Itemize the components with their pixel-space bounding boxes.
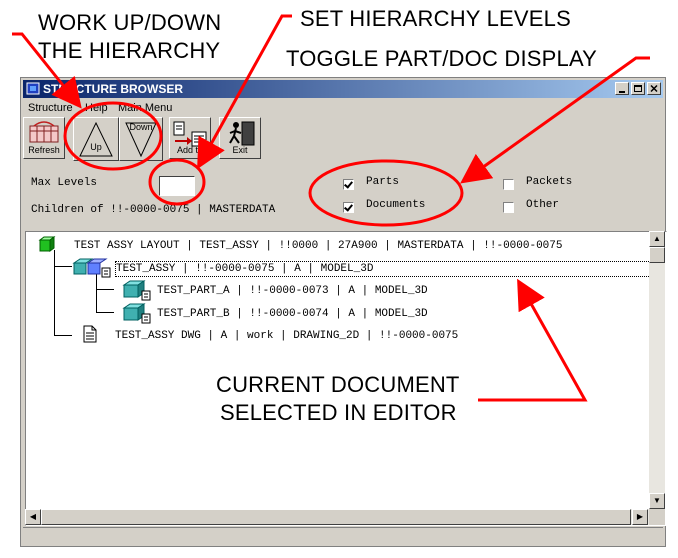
annotation-set-levels: SET HIERARCHY LEVELS: [300, 6, 571, 31]
scroll-down-button[interactable]: ▼: [649, 493, 665, 509]
other-checkbox[interactable]: [503, 202, 514, 213]
refresh-icon: [29, 121, 59, 143]
add-to-icon: [173, 121, 207, 147]
menu-structure[interactable]: Structure: [28, 100, 73, 116]
tree-row-3[interactable]: TEST_PART_B | !!-0000-0074 | A | MODEL_3…: [157, 307, 428, 321]
scroll-right-button[interactable]: ▶: [632, 509, 648, 525]
scroll-up-button[interactable]: ▲: [649, 231, 665, 247]
close-button[interactable]: [647, 82, 661, 95]
part-model-icon: [122, 303, 151, 324]
annotation-toggle-display: TOGGLE PART/DOC DISPLAY: [286, 46, 598, 71]
packets-checkbox[interactable]: [503, 179, 514, 190]
assembly-model-icon: [72, 258, 111, 278]
documents-label: Documents: [366, 199, 426, 211]
parts-label: Parts: [366, 176, 400, 188]
up-arrow-icon: [79, 121, 113, 157]
vertical-scrollbar[interactable]: ▲ ▼: [649, 231, 665, 511]
window-title: STRUCTURE BROWSER: [43, 82, 183, 96]
max-levels-label: Max Levels: [31, 177, 98, 189]
tree-row-4[interactable]: TEST_ASSY DWG | A | work | DRAWING_2D | …: [115, 329, 458, 343]
down-label: Down: [129, 122, 153, 132]
menu-bar: Structure Help Main Menu: [23, 99, 663, 117]
add-to-label: Add to: [176, 145, 204, 155]
scrollbar-corner: [649, 509, 665, 525]
minimize-button[interactable]: [615, 82, 629, 95]
scroll-right-icon: ▶: [636, 512, 644, 521]
status-bar: [23, 527, 663, 546]
tree-connector: [96, 289, 114, 290]
scroll-down-icon: ▼: [653, 496, 661, 505]
tree-connector: [54, 250, 55, 336]
tree-connector: [54, 335, 72, 336]
parts-checkbox[interactable]: [343, 179, 354, 190]
other-label: Other: [526, 199, 560, 211]
maximize-icon: [634, 85, 642, 92]
minimize-icon: [619, 91, 625, 93]
tree-row-2[interactable]: TEST_PART_A | !!-0000-0073 | A | MODEL_3…: [157, 284, 428, 298]
scroll-left-button[interactable]: ◀: [25, 509, 41, 525]
up-button[interactable]: Up: [73, 117, 119, 161]
annotation-current-document: CURRENT DOCUMENT: [216, 372, 460, 397]
app-icon: [26, 82, 40, 95]
horizontal-scroll-thumb[interactable]: [41, 509, 631, 525]
tree-connector: [96, 274, 97, 312]
part-model-icon: [122, 280, 151, 301]
maximize-button[interactable]: [631, 82, 645, 95]
refresh-label: Refresh: [28, 145, 60, 155]
assembly-layout-icon: [38, 236, 56, 252]
horizontal-scrollbar[interactable]: ◀ ▶: [25, 509, 649, 525]
vertical-scroll-thumb[interactable]: [649, 247, 665, 263]
annotation-work-up-down-2: THE HIERARCHY: [38, 38, 221, 63]
title-bar[interactable]: STRUCTURE BROWSER: [23, 80, 663, 98]
packets-label: Packets: [526, 176, 573, 188]
tree-connector: [54, 266, 72, 267]
menu-main-menu[interactable]: Main Menu: [118, 100, 172, 116]
add-to-button[interactable]: Add to: [169, 117, 211, 159]
children-of-label: Children of !!-0000-0075 | MASTERDATA: [31, 204, 276, 216]
scroll-left-icon: ◀: [29, 512, 37, 521]
tree-row-0[interactable]: TEST ASSY LAYOUT | TEST_ASSY | !!0000 | …: [74, 239, 562, 253]
max-levels-input[interactable]: [159, 176, 195, 196]
refresh-button[interactable]: Refresh: [23, 117, 65, 159]
annotation-current-document-2: SELECTED IN EDITOR: [220, 400, 457, 425]
exit-label: Exit: [232, 145, 248, 155]
scroll-up-icon: ▲: [653, 234, 661, 243]
exit-icon: [229, 121, 255, 146]
drawing-document-icon: [83, 325, 97, 343]
annotation-work-up-down: WORK UP/DOWN: [38, 10, 222, 35]
tree-row-1[interactable]: TEST_ASSY | !!-0000-0075 | A | MODEL_3D: [115, 261, 655, 277]
documents-checkbox[interactable]: [343, 202, 354, 213]
menu-help[interactable]: Help: [85, 100, 108, 116]
up-label: Up: [90, 142, 102, 152]
tree-connector: [96, 312, 114, 313]
structure-browser-window: STRUCTURE BROWSER Structure Help Main Me…: [20, 77, 667, 547]
exit-button[interactable]: Exit: [219, 117, 261, 159]
close-icon: [650, 84, 658, 93]
down-button[interactable]: Down: [119, 117, 163, 161]
